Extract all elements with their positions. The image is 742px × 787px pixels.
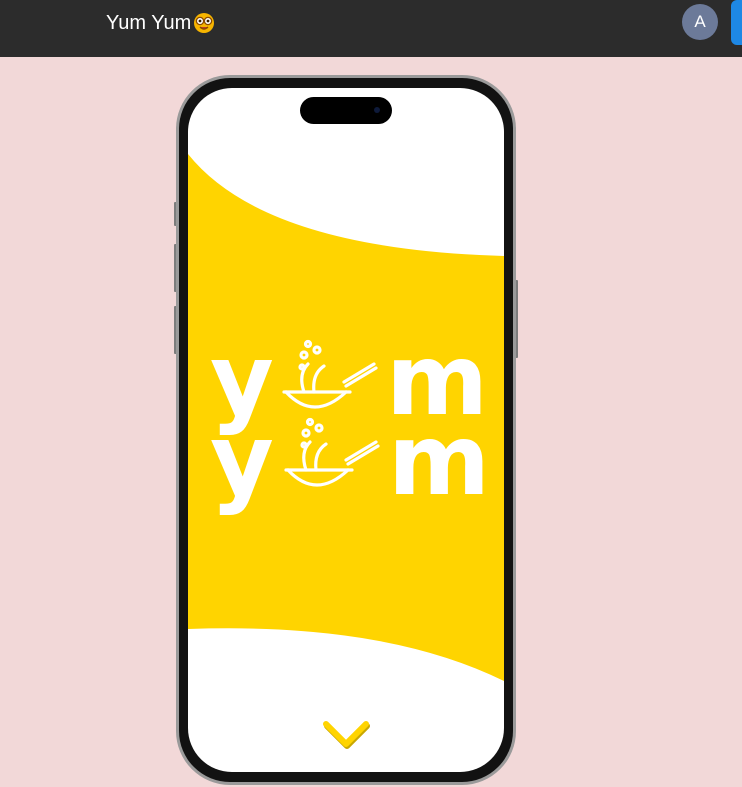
- top-bar: Yum Yum A: [0, 0, 742, 57]
- header-action-button[interactable]: [731, 0, 742, 45]
- nerd-face-emoji-icon: [193, 12, 215, 34]
- app-title-text: Yum Yum: [106, 12, 192, 34]
- app-title[interactable]: Yum Yum: [106, 11, 215, 35]
- phone-mockup: y m y m: [174, 74, 518, 786]
- user-avatar[interactable]: A: [682, 4, 718, 40]
- logo-m-line2: m: [388, 404, 490, 518]
- logo-y-line2: y: [210, 404, 274, 518]
